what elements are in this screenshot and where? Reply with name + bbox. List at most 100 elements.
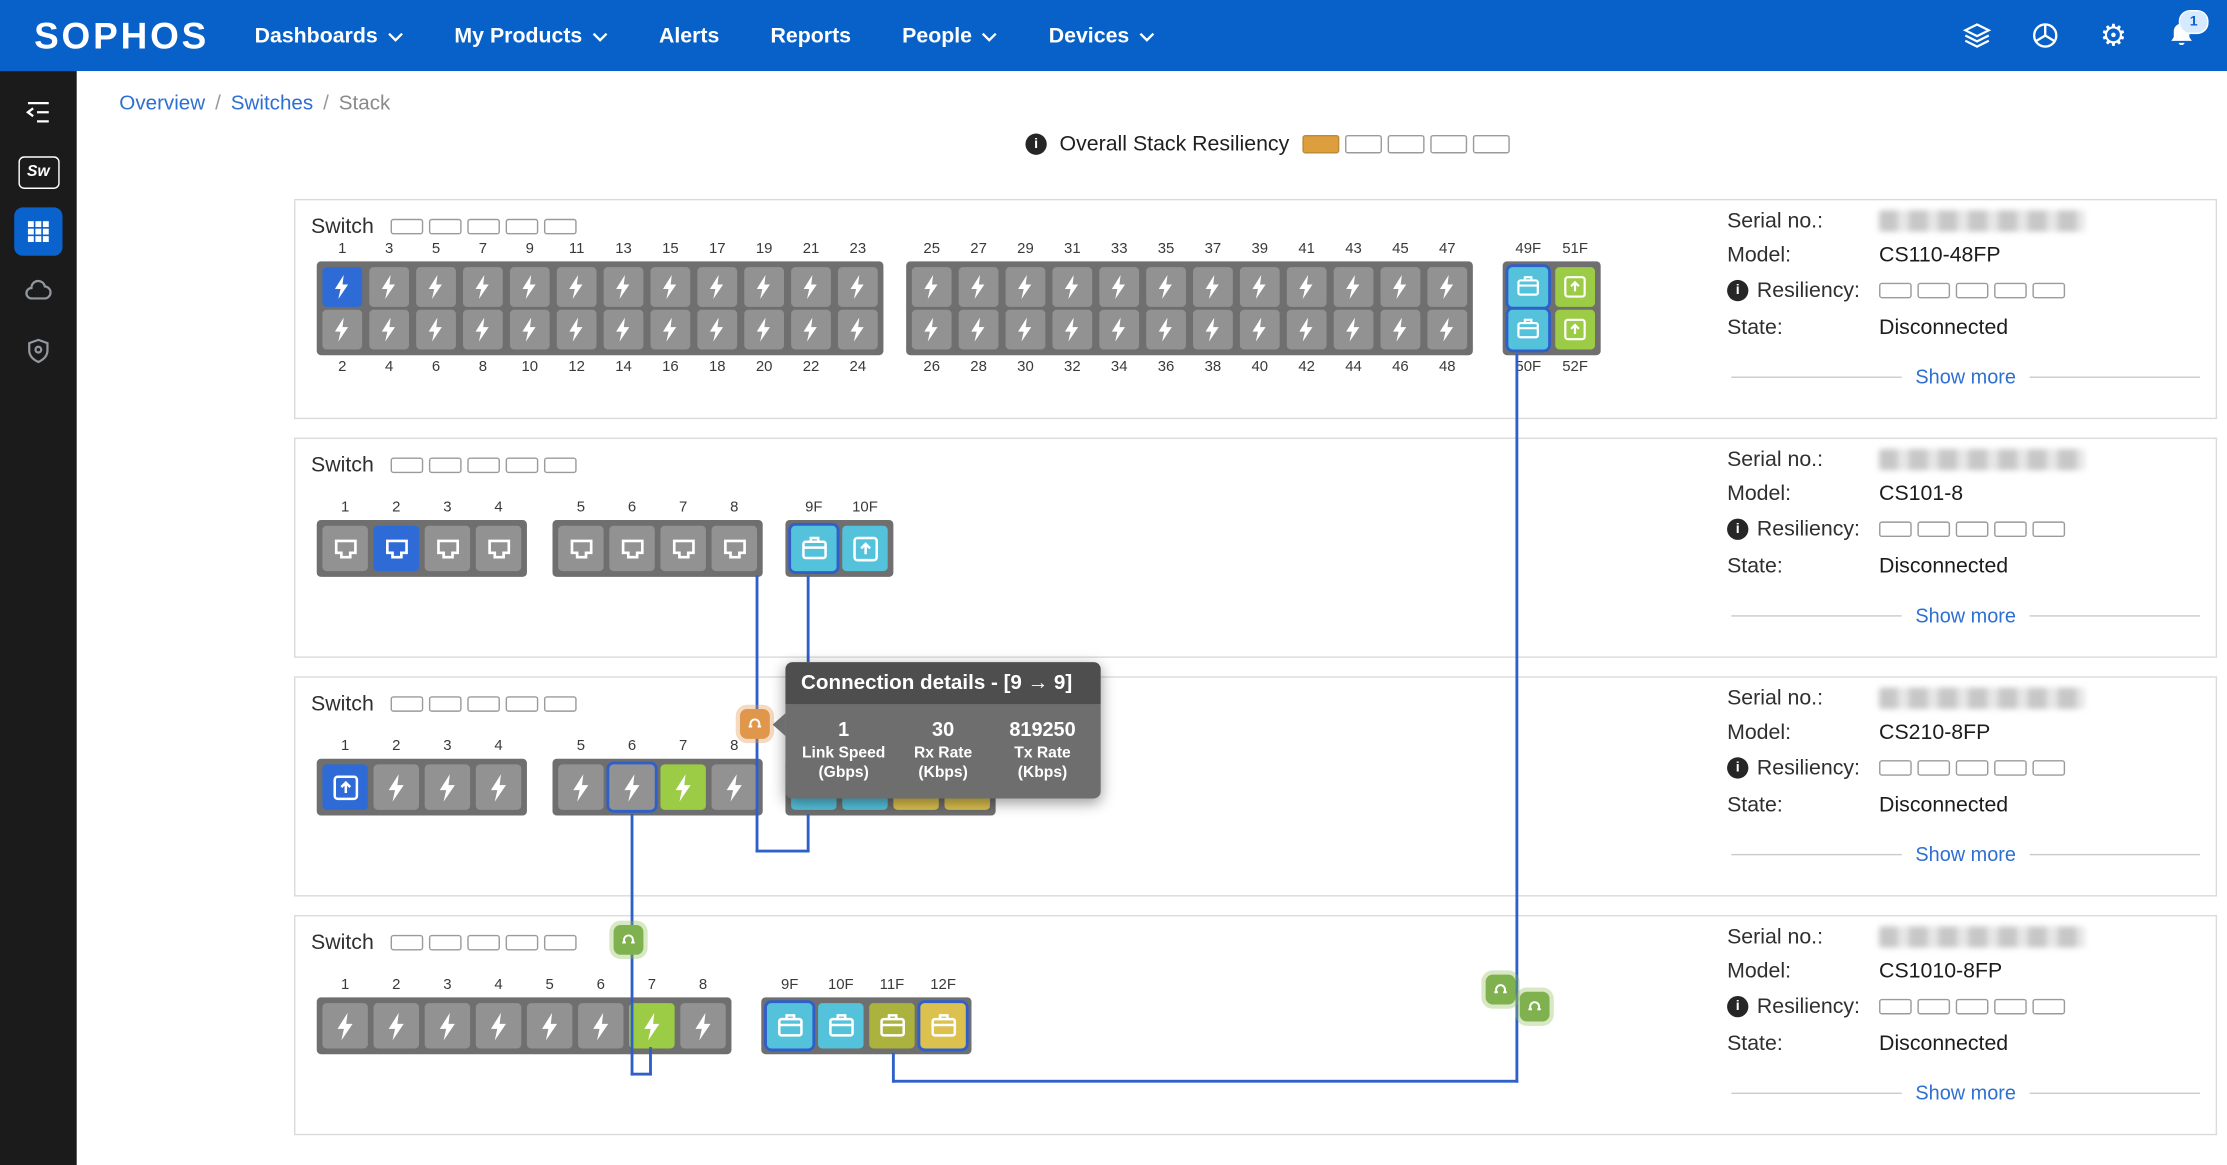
port-23[interactable] <box>838 267 878 307</box>
port-42[interactable] <box>1287 310 1327 350</box>
port-24[interactable] <box>838 310 878 350</box>
port-47[interactable] <box>1427 267 1467 307</box>
port-25[interactable] <box>912 267 952 307</box>
port-9F[interactable] <box>791 526 836 571</box>
port-7[interactable] <box>660 526 705 571</box>
port-19[interactable] <box>744 267 784 307</box>
port-5[interactable] <box>558 764 603 809</box>
nav-item-dashboards[interactable]: Dashboards <box>255 23 404 47</box>
port-8[interactable] <box>712 764 757 809</box>
nav-item-my-products[interactable]: My Products <box>454 23 607 47</box>
connection-endpoint-icon[interactable] <box>1520 992 1550 1022</box>
port-3[interactable] <box>425 526 470 571</box>
port-1[interactable] <box>322 1003 367 1048</box>
port-4[interactable] <box>476 764 521 809</box>
port-26[interactable] <box>912 310 952 350</box>
port-3[interactable] <box>425 764 470 809</box>
port-10F[interactable] <box>842 526 887 571</box>
port-5[interactable] <box>527 1003 572 1048</box>
port-1[interactable] <box>322 764 367 809</box>
port-32[interactable] <box>1052 310 1092 350</box>
port-6[interactable] <box>578 1003 623 1048</box>
port-49F[interactable] <box>1508 267 1548 307</box>
port-8[interactable] <box>680 1003 725 1048</box>
port-3[interactable] <box>425 1003 470 1048</box>
show-more-link[interactable]: Show more <box>1915 1081 2016 1104</box>
info-icon[interactable]: i <box>1727 280 1748 301</box>
collapse-menu-icon[interactable] <box>14 88 62 136</box>
port-12[interactable] <box>557 310 597 350</box>
port-46[interactable] <box>1381 310 1421 350</box>
port-9F[interactable] <box>767 1003 812 1048</box>
port-6[interactable] <box>416 310 456 350</box>
segmented-circle-icon[interactable] <box>2028 18 2062 52</box>
port-5[interactable] <box>416 267 456 307</box>
port-44[interactable] <box>1334 310 1374 350</box>
info-icon[interactable]: i <box>1727 757 1748 778</box>
port-50F[interactable] <box>1508 310 1548 350</box>
info-icon[interactable]: i <box>1727 996 1748 1017</box>
show-more-link[interactable]: Show more <box>1915 365 2016 388</box>
port-22[interactable] <box>791 310 831 350</box>
nav-item-devices[interactable]: Devices <box>1049 23 1155 47</box>
port-13[interactable] <box>604 267 644 307</box>
nav-item-alerts[interactable]: Alerts <box>659 23 719 47</box>
settings-gear-icon[interactable]: ⚙ <box>2096 18 2130 52</box>
port-17[interactable] <box>697 267 737 307</box>
port-4[interactable] <box>476 1003 521 1048</box>
port-1[interactable] <box>322 526 367 571</box>
port-34[interactable] <box>1099 310 1139 350</box>
port-5[interactable] <box>558 526 603 571</box>
breadcrumb-item-switches[interactable]: Switches <box>231 92 313 115</box>
sidebar-item-cloud[interactable] <box>14 267 62 315</box>
port-29[interactable] <box>1006 267 1046 307</box>
port-43[interactable] <box>1334 267 1374 307</box>
port-4[interactable] <box>476 526 521 571</box>
port-35[interactable] <box>1146 267 1186 307</box>
sidebar-item-apps-grid[interactable] <box>14 207 62 255</box>
port-11F[interactable] <box>869 1003 914 1048</box>
port-52F[interactable] <box>1555 310 1595 350</box>
port-21[interactable] <box>791 267 831 307</box>
sidebar-item-switches[interactable]: Sw <box>14 148 62 196</box>
port-27[interactable] <box>959 267 999 307</box>
port-20[interactable] <box>744 310 784 350</box>
port-12F[interactable] <box>920 1003 965 1048</box>
notifications-bell-icon[interactable]: 1 <box>2165 18 2199 52</box>
port-9[interactable] <box>510 267 550 307</box>
port-7[interactable] <box>463 267 503 307</box>
port-33[interactable] <box>1099 267 1139 307</box>
mail-stack-icon[interactable] <box>1960 18 1994 52</box>
port-6[interactable] <box>609 526 654 571</box>
port-3[interactable] <box>369 267 409 307</box>
connection-endpoint-icon[interactable] <box>740 709 770 739</box>
port-37[interactable] <box>1193 267 1233 307</box>
show-more-link[interactable]: Show more <box>1915 843 2016 866</box>
port-2[interactable] <box>322 310 362 350</box>
port-1[interactable] <box>322 267 362 307</box>
port-7[interactable] <box>660 764 705 809</box>
nav-item-reports[interactable]: Reports <box>771 23 852 47</box>
port-51F[interactable] <box>1555 267 1595 307</box>
port-39[interactable] <box>1240 267 1280 307</box>
port-45[interactable] <box>1381 267 1421 307</box>
port-36[interactable] <box>1146 310 1186 350</box>
port-2[interactable] <box>374 1003 419 1048</box>
port-48[interactable] <box>1427 310 1467 350</box>
show-more-link[interactable]: Show more <box>1915 604 2016 627</box>
port-8[interactable] <box>712 526 757 571</box>
port-7[interactable] <box>629 1003 674 1048</box>
port-14[interactable] <box>604 310 644 350</box>
port-40[interactable] <box>1240 310 1280 350</box>
port-15[interactable] <box>650 267 690 307</box>
port-31[interactable] <box>1052 267 1092 307</box>
port-16[interactable] <box>650 310 690 350</box>
port-18[interactable] <box>697 310 737 350</box>
info-icon[interactable]: i <box>1025 134 1046 155</box>
port-11[interactable] <box>557 267 597 307</box>
port-6[interactable] <box>609 764 654 809</box>
sidebar-item-security[interactable] <box>14 327 62 375</box>
port-8[interactable] <box>463 310 503 350</box>
connection-endpoint-icon[interactable] <box>614 925 644 955</box>
port-2[interactable] <box>374 764 419 809</box>
